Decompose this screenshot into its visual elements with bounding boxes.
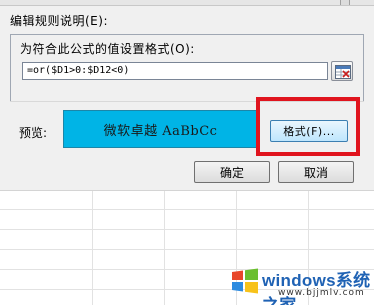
- formula-caption: 为符合此公式的值设置格式(O):: [20, 42, 195, 56]
- cancel-button[interactable]: 取消: [278, 161, 354, 183]
- conditional-format-dialog: 编辑规则说明(E): 为符合此公式的值设置格式(O): =or($D1>0:$D…: [0, 0, 374, 190]
- ok-button[interactable]: 确定: [194, 161, 270, 183]
- preview-label: 预览:: [19, 126, 48, 140]
- site-watermark: windows系统之家 www.bjjmlv.com: [226, 262, 372, 305]
- windows-logo-icon: [232, 268, 258, 294]
- rule-description-label: 编辑规则说明(E):: [10, 14, 108, 28]
- preview-sample-text: 微软卓越 AaBbCc: [103, 123, 218, 139]
- collapse-dialog-button[interactable]: [331, 61, 353, 81]
- watermark-url: www.bjjmlv.com: [278, 288, 365, 298]
- grid-row-line: [0, 229, 374, 230]
- formula-input[interactable]: =or($D1>0:$D12<0): [22, 62, 328, 80]
- watermark-title: windows系统之家: [262, 271, 371, 305]
- grid-row-line: [0, 209, 374, 210]
- grid-col-line: [164, 191, 165, 305]
- red-highlight-box: [256, 97, 360, 156]
- grid-col-line: [92, 191, 93, 305]
- format-preview: 微软卓越 AaBbCc: [63, 110, 258, 148]
- range-select-icon: [335, 65, 351, 79]
- dialog-top-edge: [0, 0, 374, 6]
- scroll-tab: [340, 0, 350, 5]
- grid-row-line: [0, 249, 374, 250]
